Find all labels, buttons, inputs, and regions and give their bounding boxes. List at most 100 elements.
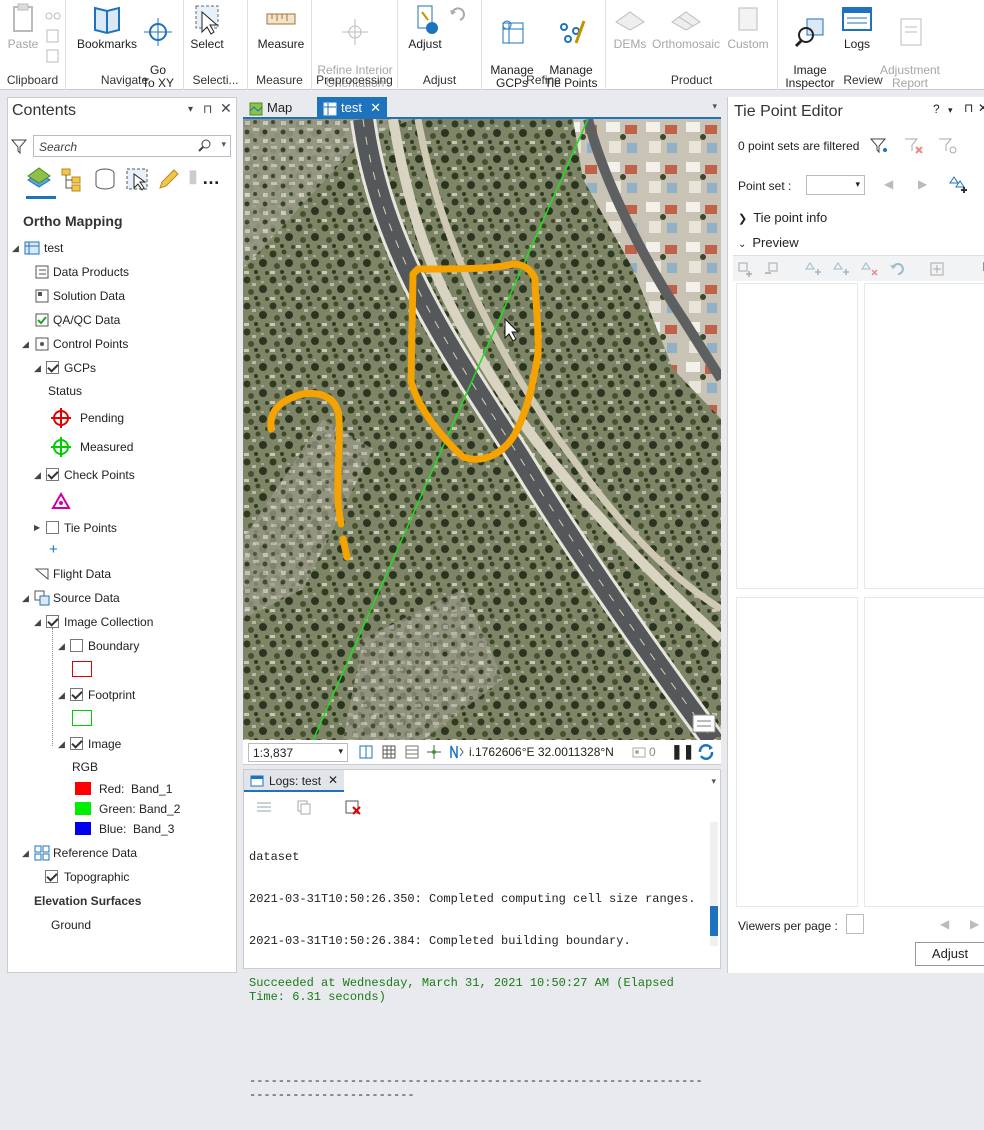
collapse-icon[interactable]: ◢ — [34, 611, 41, 633]
next-point-set-icon[interactable]: ▶ — [918, 177, 927, 191]
tree-item-topographic[interactable]: Topographic — [8, 866, 233, 888]
pane-menu-icon[interactable]: ▾ — [188, 104, 193, 115]
tree-item-reference-data[interactable]: ◢ Reference Data — [8, 842, 233, 864]
add-point-set-icon[interactable] — [948, 175, 968, 196]
notes-icon[interactable] — [692, 714, 716, 733]
next-page-icon[interactable]: ▶ — [970, 917, 979, 931]
search-icon[interactable] — [198, 138, 212, 155]
pane-menu-icon[interactable]: ▾ — [948, 105, 953, 116]
log-scrollbar[interactable] — [710, 822, 718, 946]
image-viewer-4[interactable] — [864, 597, 984, 907]
tie-points-checkbox[interactable] — [46, 521, 59, 534]
filter-point-sets-icon[interactable] — [869, 137, 890, 158]
tree-item-image[interactable]: ◢ Image — [8, 733, 233, 755]
pause-drawing-icon[interactable]: ❚❚ — [671, 743, 694, 760]
point-set-dropdown[interactable]: ▾ — [806, 175, 865, 195]
list-by-data-source-icon[interactable] — [92, 166, 118, 195]
list-by-hierarchy-icon[interactable] — [60, 166, 86, 195]
dems-button[interactable]: DEMs — [610, 2, 650, 51]
image-viewer-3[interactable] — [736, 597, 858, 907]
tree-item-source-data[interactable]: ◢ Source Data — [8, 587, 233, 609]
tree-item-check-points[interactable]: ◢ Check Points — [8, 464, 233, 486]
filter-icon[interactable] — [10, 138, 28, 157]
collapse-icon[interactable]: ◢ — [22, 333, 29, 355]
collapse-icon[interactable]: ◢ — [34, 464, 41, 486]
previous-point-set-icon[interactable]: ◀ — [884, 177, 893, 191]
pin-icon[interactable]: ⊓ — [964, 101, 973, 115]
snapping-icon[interactable] — [426, 744, 442, 763]
zoom-to-point-icon[interactable] — [929, 261, 947, 280]
image-viewer-2[interactable] — [864, 283, 984, 589]
tree-item-qa-qc-data[interactable]: QA/QC Data — [8, 309, 233, 331]
help-icon[interactable]: ? — [933, 102, 940, 116]
image-viewer-1[interactable] — [736, 283, 858, 589]
custom-button[interactable]: Custom — [724, 2, 772, 51]
collapse-icon[interactable]: ◢ — [58, 635, 65, 657]
list-by-type-icon[interactable] — [26, 166, 52, 195]
tree-item-flight-data[interactable]: Flight Data — [8, 563, 233, 585]
previous-page-icon[interactable]: ◀ — [940, 917, 949, 931]
topographic-checkbox[interactable] — [45, 870, 58, 883]
gcps-checkbox[interactable] — [46, 361, 59, 374]
tree-item-gcps[interactable]: ◢ GCPs — [8, 357, 233, 379]
tab-test[interactable]: test ✕ — [317, 97, 387, 119]
adjust-button[interactable]: Adjust — [402, 2, 448, 51]
collapse-icon[interactable]: ◢ — [58, 684, 65, 706]
clear-filter-icon[interactable] — [904, 137, 924, 158]
tree-item-data-products[interactable]: Data Products — [8, 261, 233, 283]
add-point-icon[interactable] — [805, 261, 823, 280]
grid-icon[interactable] — [381, 744, 397, 763]
collapse-icon[interactable]: ◢ — [34, 357, 41, 379]
check-points-checkbox[interactable] — [46, 468, 59, 481]
boundary-checkbox[interactable] — [70, 639, 83, 652]
preview-section[interactable]: ⌄ Preview — [738, 235, 799, 250]
north-arrow-icon[interactable] — [448, 744, 464, 763]
log-copy-icon[interactable] — [296, 799, 312, 818]
image-collection-checkbox[interactable] — [46, 615, 59, 628]
logs-button[interactable]: Logs — [840, 2, 874, 51]
tree-item-ground[interactable]: Ground — [8, 914, 233, 936]
collapse-icon[interactable]: ◢ — [58, 733, 65, 755]
log-clear-icon[interactable] — [344, 799, 362, 818]
list-by-selection-icon[interactable] — [124, 166, 150, 195]
expand-icon[interactable]: ▶ — [34, 517, 40, 539]
search-input[interactable]: Search ▾ — [33, 135, 231, 157]
logs-tab-list-icon[interactable]: ▾ — [711, 776, 716, 787]
close-icon[interactable]: ✕ — [978, 101, 984, 115]
tab-map[interactable]: Map — [243, 97, 315, 119]
collapse-icon[interactable]: ◢ — [12, 237, 19, 259]
select-button[interactable]: Select — [186, 2, 228, 51]
toolbar-overflow-icon[interactable]: ⇂ — [979, 260, 984, 274]
bookmarks-button[interactable]: Bookmarks — [76, 2, 138, 51]
aerial-imagery[interactable] — [243, 119, 721, 740]
close-logs-tab-icon[interactable]: ✕ — [328, 773, 338, 787]
footprint-checkbox[interactable] — [70, 688, 83, 701]
search-dropdown-icon[interactable]: ▾ — [221, 139, 226, 150]
close-icon[interactable]: ✕ — [220, 100, 232, 117]
scale-dropdown-icon[interactable]: ▾ — [338, 746, 343, 757]
more-options-icon[interactable]: … — [202, 168, 221, 189]
pin-icon[interactable]: ⊓ — [203, 102, 212, 116]
selected-features-icon[interactable] — [631, 744, 647, 763]
tree-item-solution-data[interactable]: Solution Data — [8, 285, 233, 307]
tree-item-control-points[interactable]: ◢ Control Points — [8, 333, 233, 355]
undo-icon[interactable] — [448, 6, 474, 24]
add-image-point-icon[interactable] — [833, 261, 851, 280]
adjust-button[interactable]: Adjust — [915, 942, 984, 966]
orthomosaic-button[interactable]: Orthomosaic — [650, 2, 722, 51]
measure-button[interactable]: Measure — [254, 2, 308, 51]
fixed-zoom-icon[interactable] — [358, 744, 374, 763]
scale-selector[interactable]: 1:3,837 ▾ — [248, 743, 348, 762]
paste-button[interactable]: Paste — [4, 2, 42, 51]
close-tab-icon[interactable]: ✕ — [370, 97, 381, 119]
filter-settings-icon[interactable] — [938, 137, 958, 158]
map-view[interactable] — [243, 119, 721, 740]
dropdown-arrow-icon[interactable]: ▾ — [855, 179, 860, 190]
list-by-editing-icon[interactable] — [156, 166, 182, 195]
tree-item-image-collection[interactable]: ◢ Image Collection — [8, 611, 233, 633]
undo-icon[interactable] — [889, 261, 907, 280]
collapse-icon[interactable]: ◢ — [22, 842, 29, 864]
image-checkbox[interactable] — [70, 737, 83, 750]
tab-logs[interactable]: Logs: test ✕ — [244, 770, 344, 792]
refresh-icon[interactable] — [697, 743, 715, 764]
